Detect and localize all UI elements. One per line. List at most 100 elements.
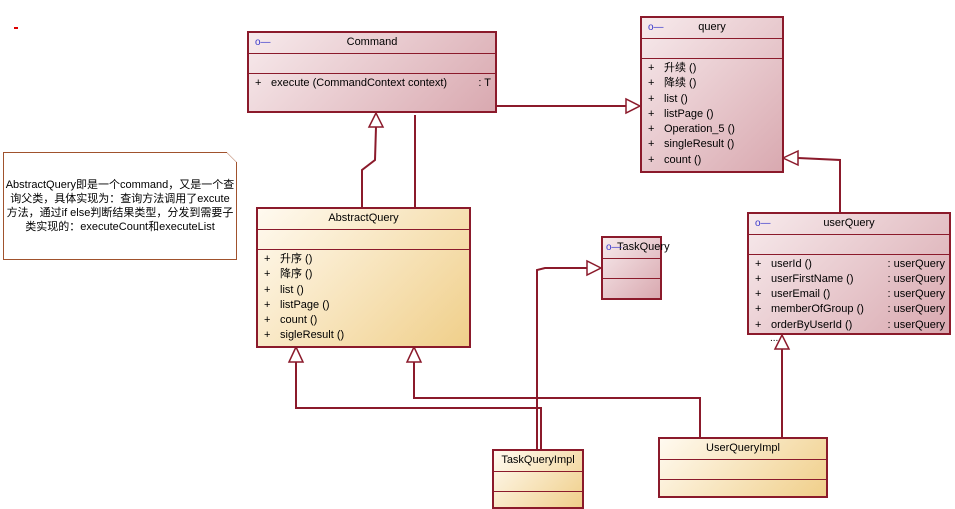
operations: + 升序 () + 降序 () + list () + listPage () + count (…	[258, 250, 469, 346]
visibility: +	[755, 257, 762, 270]
attributes	[249, 54, 495, 74]
attributes	[660, 460, 826, 480]
operation: + memberOfGroup () : userQuery	[755, 302, 949, 317]
operation-name: list ()	[280, 283, 304, 296]
visibility: +	[648, 62, 655, 74]
more-ellipsis: ...	[770, 333, 779, 344]
visibility: +	[264, 298, 271, 311]
arrowhead	[781, 149, 799, 167]
operation: + singleResult ()	[648, 137, 782, 152]
generalization-taskqueryimpl-abstractquery	[295, 362, 542, 449]
operation-name: list ()	[664, 92, 688, 105]
return-type: : T	[478, 77, 491, 89]
note-text: AbstractQuery即是一个command，又是一个查询父类，具体实现为：…	[5, 179, 235, 233]
operation-name: listPage ()	[280, 298, 330, 311]
operation-name: 升续 ()	[664, 62, 697, 74]
operation: + 降序 ()	[264, 267, 469, 282]
operation: + 升续 ()	[648, 61, 782, 76]
operations: + 升续 () + 降续 () + list () + listPage () + Operati…	[642, 59, 782, 171]
attributes	[603, 259, 660, 279]
operation-name: count ()	[664, 153, 702, 166]
visibility: +	[264, 314, 271, 327]
arrowhead	[367, 111, 385, 128]
interface-icon: o—	[648, 22, 664, 33]
operation: + 升序 ()	[264, 252, 469, 267]
arrowhead	[625, 97, 642, 115]
class-name: AbstractQuery	[328, 212, 399, 224]
return-type: : userQuery	[887, 288, 945, 301]
operation: + list ()	[648, 92, 782, 107]
operation: + listPage ()	[648, 107, 782, 122]
operations	[660, 480, 826, 496]
operation: + 降续 ()	[648, 76, 782, 91]
generalization-userqueryimpl-abstractquery	[413, 362, 701, 437]
visibility: +	[648, 92, 655, 105]
class-userquery[interactable]: o— userQuery + userId (): userQuery + userFi…	[747, 212, 951, 335]
visibility: +	[648, 77, 655, 90]
operation-name: userId ()	[771, 257, 812, 270]
return-type: : userQuery	[887, 303, 945, 316]
arrowhead	[405, 345, 423, 363]
arrowhead	[287, 345, 305, 363]
class-taskqueryimpl[interactable]: TaskQueryImpl	[492, 449, 584, 509]
visibility: +	[264, 268, 271, 281]
class-name: Command	[346, 36, 398, 48]
operation: + execute (CommandContext context) : T	[255, 76, 495, 91]
operation-name: singleResult ()	[664, 138, 735, 151]
class-command[interactable]: o— Command + execute (CommandContext conte…	[247, 31, 497, 113]
interface-icon: o—	[606, 242, 622, 253]
visibility: +	[255, 77, 262, 89]
operation-name: sigleResult ()	[280, 329, 345, 342]
realization-taskqueryimpl-taskquery	[536, 267, 587, 449]
visibility: +	[648, 138, 655, 151]
note: AbstractQuery即是一个command，又是一个查询父类，具体实现为：…	[3, 152, 237, 260]
visibility: +	[264, 283, 271, 296]
operation-name: 升序 ()	[280, 253, 313, 265]
return-type: : userQuery	[887, 257, 945, 270]
class-name: UserQueryImpl	[706, 442, 780, 454]
operation: + count ()	[648, 153, 782, 168]
operation-name: userFirstName ()	[771, 272, 854, 285]
visibility: +	[755, 318, 762, 331]
class-name: query	[698, 21, 726, 33]
operation: + sigleResult ()	[264, 328, 469, 343]
arrowhead	[586, 259, 603, 277]
attributes	[642, 39, 782, 59]
attributes	[258, 230, 469, 250]
operation: + userId () : userQuery	[755, 257, 949, 272]
operation: + listPage ()	[264, 298, 469, 313]
class-userqueryimpl[interactable]: UserQueryImpl	[658, 437, 828, 498]
return-type: : userQuery	[887, 272, 945, 285]
operation-name: execute (CommandContext context)	[271, 77, 448, 89]
visibility: +	[755, 303, 762, 316]
interface-icon: o—	[255, 37, 271, 48]
class-query[interactable]: o— query + 升续 () + 降续 () + list () + listPage ()…	[640, 16, 784, 173]
operation: + Operation_5 ()	[648, 122, 782, 137]
operation: + userFirstName (): userQuery	[755, 272, 949, 287]
operations: + execute (CommandContext context) : T	[249, 74, 495, 111]
operation-name: orderByUserId ()	[771, 318, 853, 331]
class-taskquery[interactable]: o— TaskQuery	[601, 236, 670, 300]
operation-name: 降序 ()	[280, 268, 313, 281]
generalization-abstractquery-command	[361, 126, 377, 207]
class-abstractquery[interactable]: AbstractQuery + 升序 () + 降序 () + list () + listP…	[256, 207, 471, 348]
attributes	[749, 235, 949, 255]
operation-name: listPage ()	[664, 107, 714, 120]
operation: + count ()	[264, 313, 469, 328]
visibility: +	[648, 123, 655, 136]
operation: + list ()	[264, 283, 469, 298]
operation-name: memberOfGroup ()	[771, 303, 864, 316]
return-type: : userQuery	[887, 318, 945, 331]
visibility: +	[648, 153, 655, 166]
operation-name: userEmail ()	[771, 288, 831, 301]
attributes	[494, 472, 582, 492]
operation-name: Operation_5 ()	[664, 123, 735, 136]
class-name: TaskQueryImpl	[501, 454, 575, 466]
visibility: +	[264, 253, 271, 265]
visibility: +	[755, 288, 762, 301]
visibility: +	[648, 107, 655, 120]
operations: + userId () : userQuery + userFirstName () : …	[749, 255, 949, 333]
class-name: userQuery	[823, 217, 875, 229]
visibility: +	[264, 329, 271, 342]
operation: + userEmail () : userQuery	[755, 287, 949, 302]
